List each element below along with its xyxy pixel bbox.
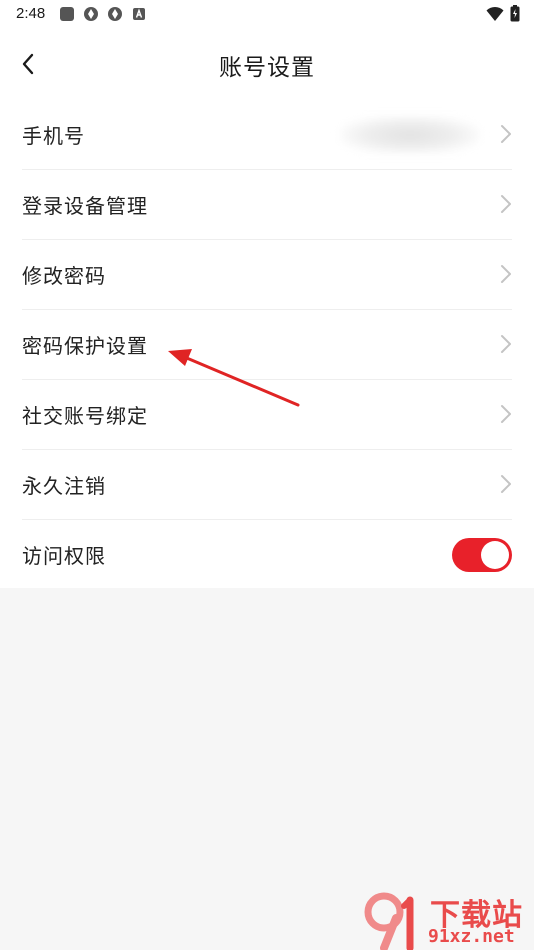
- row-label: 登录设备管理: [22, 194, 148, 218]
- settings-row-password-protection[interactable]: 密码保护设置: [22, 310, 512, 380]
- chevron-right-icon: [501, 195, 511, 213]
- row-label: 永久注销: [22, 474, 106, 498]
- chevron-right-icon: [501, 335, 511, 353]
- battery-icon: [510, 5, 520, 22]
- screen: 2:48 账号设置 手机号 登录设备管理 修改密码 密码保护设置 社交账号绑定 …: [0, 0, 534, 950]
- row-label: 访问权限: [22, 544, 106, 568]
- app-square-icon: [60, 7, 74, 21]
- chevron-right-icon: [501, 475, 511, 493]
- access-permission-toggle[interactable]: [452, 538, 512, 572]
- watermark-subtitle: 91xz.net: [428, 926, 515, 947]
- header: 账号设置: [0, 28, 534, 100]
- aperture-icon-2: [108, 7, 122, 21]
- settings-row-access-permission: 访问权限: [22, 520, 512, 588]
- row-label: 手机号: [22, 124, 85, 148]
- wifi-icon: [486, 6, 504, 21]
- chevron-right-icon: [501, 405, 511, 423]
- settings-list: 手机号 登录设备管理 修改密码 密码保护设置 社交账号绑定 永久注销 访问权限: [0, 100, 534, 588]
- watermark-logo-icon: [364, 892, 414, 950]
- page-title: 账号设置: [219, 55, 315, 81]
- notification-icons: [59, 6, 147, 22]
- watermark: 下载站 91xz.net: [362, 890, 534, 950]
- status-time: 2:48: [16, 5, 46, 22]
- row-label: 社交账号绑定: [22, 404, 148, 428]
- row-label: 密码保护设置: [22, 334, 148, 358]
- settings-row-phone[interactable]: 手机号: [22, 100, 512, 170]
- chevron-right-icon: [501, 125, 511, 143]
- letter-a-icon: [133, 8, 145, 20]
- aperture-icon: [84, 7, 98, 21]
- settings-row-social-binding[interactable]: 社交账号绑定: [22, 380, 512, 450]
- blurred-phone-value: [340, 116, 480, 154]
- row-label: 修改密码: [22, 264, 106, 288]
- settings-row-change-password[interactable]: 修改密码: [22, 240, 512, 310]
- toggle-knob: [481, 541, 509, 569]
- settings-row-delete-account[interactable]: 永久注销: [22, 450, 512, 520]
- settings-row-device-management[interactable]: 登录设备管理: [22, 170, 512, 240]
- system-icons: [486, 5, 520, 22]
- chevron-right-icon: [501, 265, 511, 283]
- status-bar: 2:48: [0, 0, 534, 28]
